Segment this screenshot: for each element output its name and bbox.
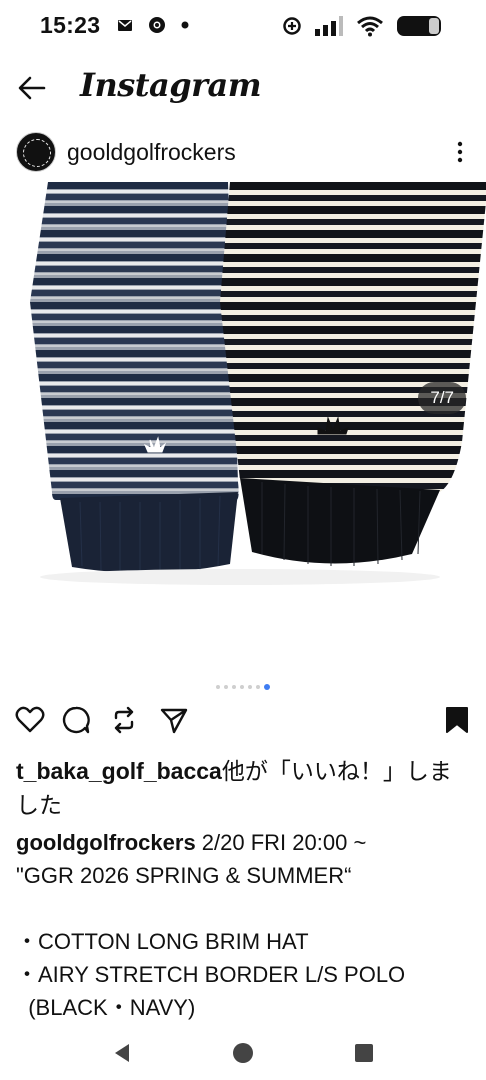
bookmark-icon — [446, 707, 468, 733]
data-saver-icon — [283, 17, 301, 35]
carousel-counter: 7/7 — [418, 382, 466, 414]
carousel-dot — [216, 685, 220, 689]
caption: gooldgolfrockers 2/20 FRI 20:00 ~ "GGR 2… — [16, 826, 476, 1024]
more-vertical-icon — [457, 141, 463, 163]
nav-home-button[interactable] — [231, 1041, 255, 1065]
recents-square-icon — [355, 1044, 373, 1062]
dot-icon — [181, 21, 189, 29]
carousel-dot — [224, 685, 228, 689]
status-bar: 15:23 — [0, 0, 486, 56]
battery-icon — [397, 16, 441, 36]
status-time: 15:23 — [40, 12, 101, 38]
carousel-dot-active — [264, 684, 270, 690]
nav-back-button[interactable] — [110, 1041, 134, 1065]
app-title: Instagram — [80, 66, 262, 104]
like-button[interactable] — [14, 704, 46, 736]
carousel-dots — [0, 682, 486, 692]
carousel-dot — [240, 685, 244, 689]
avatar-logo — [23, 139, 51, 167]
mail-icon — [118, 20, 132, 31]
more-options-button[interactable] — [454, 138, 466, 166]
avatar[interactable] — [16, 132, 56, 172]
home-circle-icon — [233, 1043, 253, 1063]
repost-icon — [114, 706, 134, 734]
share-button[interactable] — [158, 704, 190, 736]
signal-icon — [315, 16, 343, 36]
caption-username[interactable]: gooldgolfrockers — [16, 830, 196, 855]
status-icons-left — [116, 16, 190, 34]
comment-icon — [62, 706, 90, 734]
status-icons-right — [282, 14, 446, 38]
carousel-dot — [232, 685, 236, 689]
carousel-dot — [256, 685, 260, 689]
nav-recents-button[interactable] — [352, 1041, 376, 1065]
striped-sleeves-photo — [30, 182, 486, 585]
back-triangle-icon — [115, 1044, 129, 1062]
chrome-icon — [149, 17, 165, 33]
post-image[interactable]: 7/7 — [0, 182, 486, 677]
wifi-icon — [357, 16, 383, 37]
repost-button[interactable] — [108, 704, 140, 736]
carousel-dot — [248, 685, 252, 689]
likes-text: t_baka_golf_bacca他が「いいね！」しました — [16, 754, 466, 822]
app-header: Instagram — [0, 60, 486, 118]
share-icon — [160, 708, 188, 734]
comment-button[interactable] — [60, 704, 92, 736]
action-bar — [0, 700, 486, 740]
bookmark-button[interactable] — [442, 704, 474, 736]
system-nav-bar — [0, 1030, 486, 1076]
likes-user[interactable]: t_baka_golf_bacca — [16, 758, 222, 784]
post-header: gooldgolfrockers — [0, 128, 486, 176]
post-username[interactable]: gooldgolfrockers — [67, 139, 236, 166]
caption-text: 2/20 FRI 20:00 ~ "GGR 2026 SPRING & SUMM… — [16, 830, 406, 1020]
heart-icon — [15, 706, 45, 733]
back-button[interactable] — [16, 74, 50, 104]
back-arrow-icon — [18, 76, 46, 100]
